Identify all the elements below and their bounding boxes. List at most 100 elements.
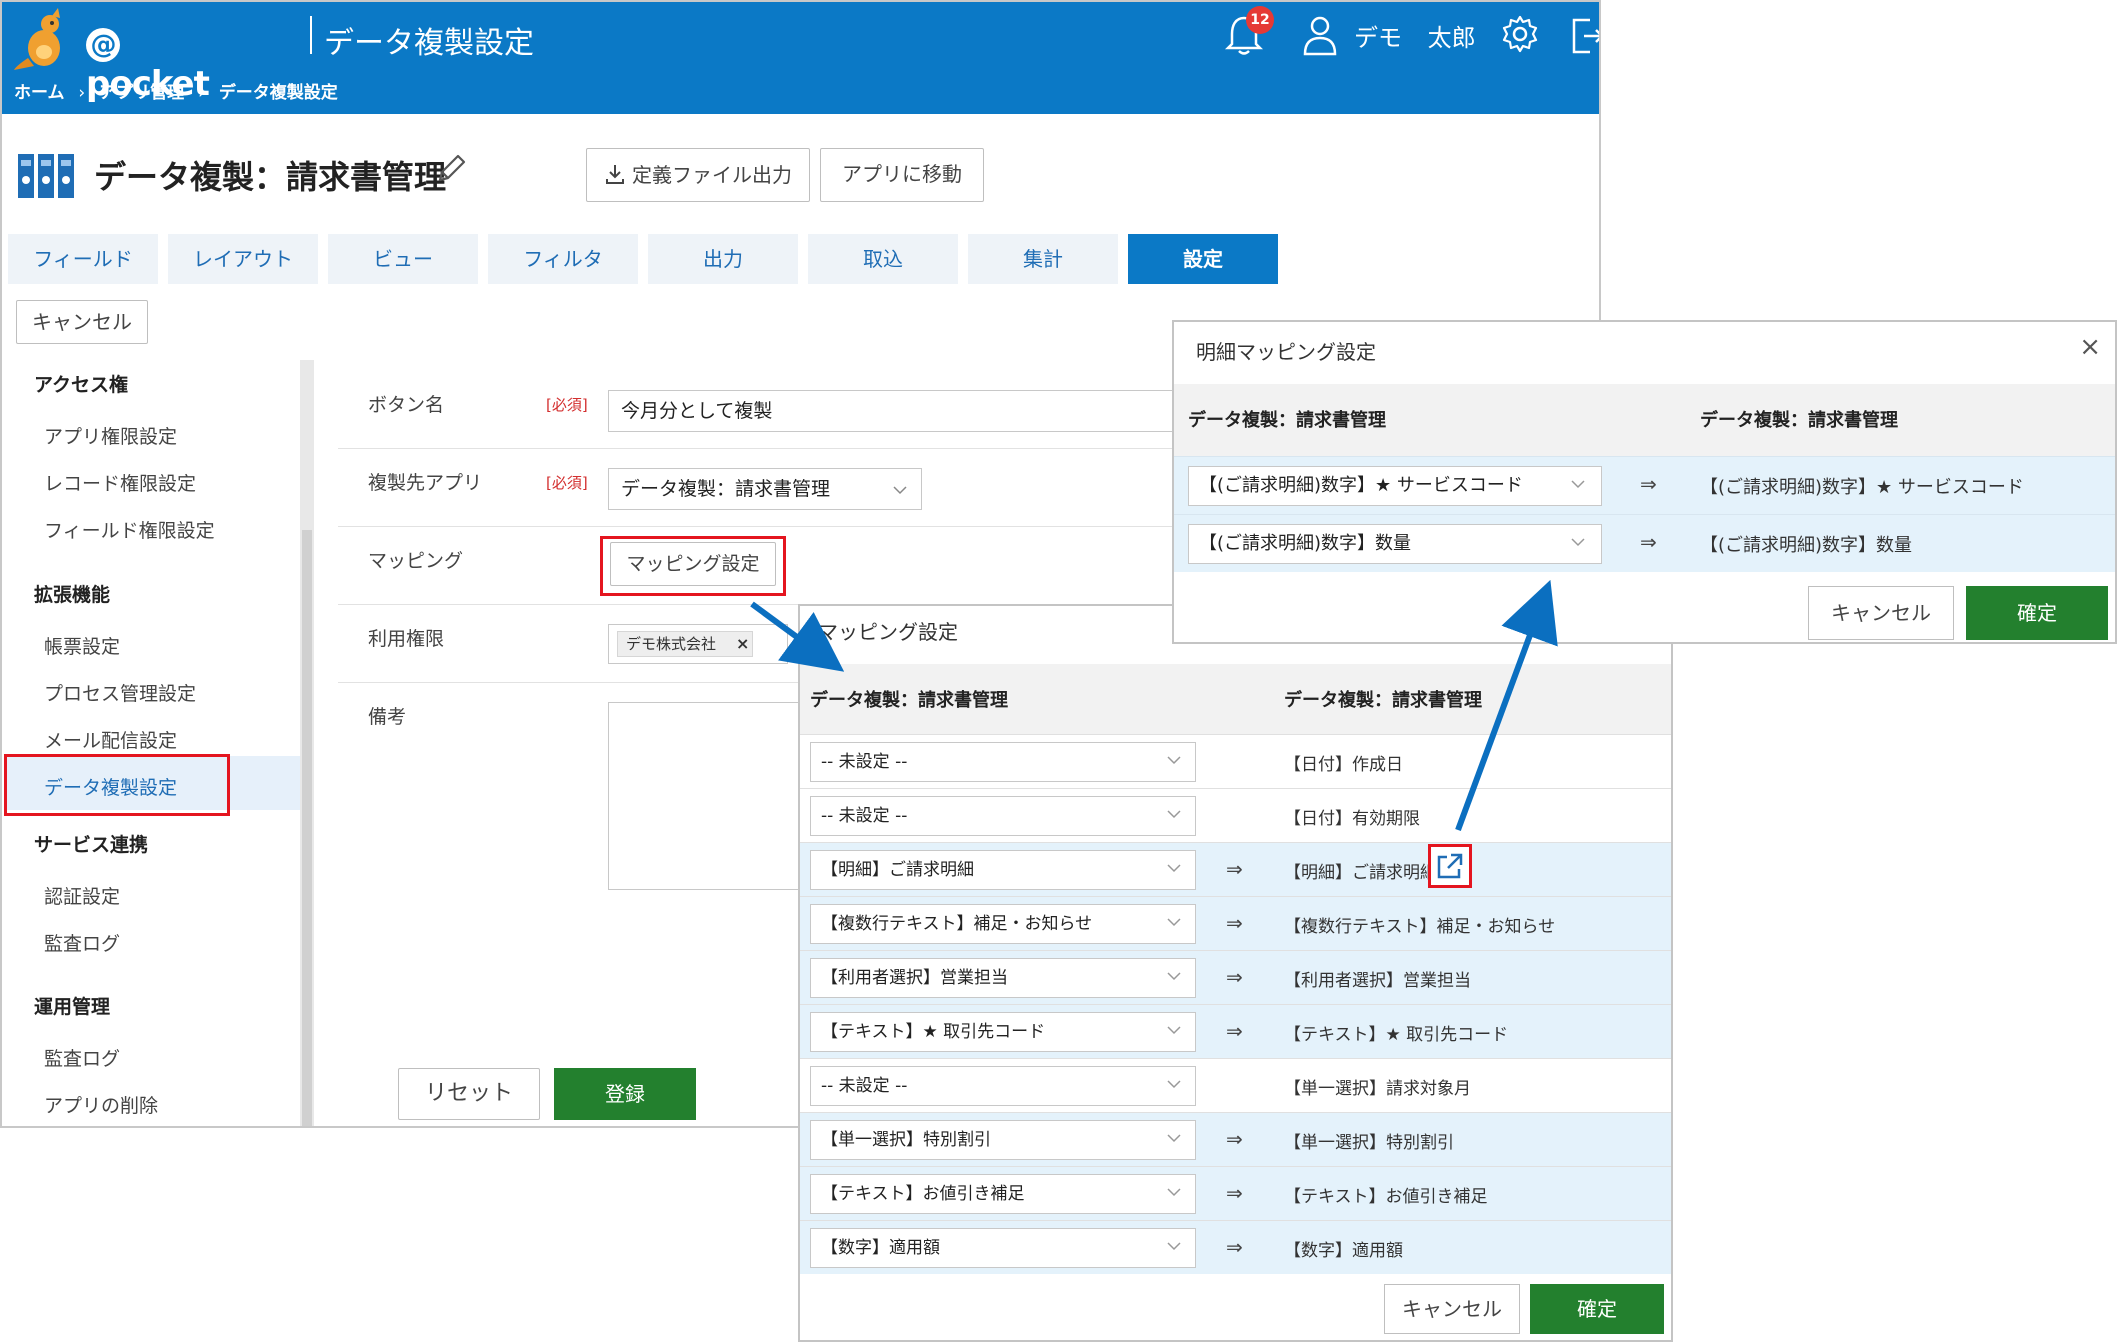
- mapping-source-value: 【利用者選択】営業担当: [821, 968, 1008, 988]
- mapping-source-select[interactable]: 【明細】ご請求明細: [810, 850, 1196, 890]
- user-name[interactable]: デモ 太郎: [1354, 18, 1476, 53]
- detail-dest-field: 【(ご請求明細)数字】★ サービスコード: [1700, 477, 2024, 498]
- close-icon[interactable]: ×: [2079, 332, 2101, 362]
- breadcrumb: ホーム › アプリ管理 › データ複製設定: [14, 78, 346, 103]
- mapping-row: 【単一選択】特別割引 ⇒ 【単一選択】特別割引: [800, 1112, 1671, 1166]
- mapping-source-select[interactable]: 【数字】適用額: [810, 1228, 1196, 1268]
- chevron-down-icon: [1571, 538, 1585, 547]
- mapping-source-select[interactable]: 【利用者選択】営業担当: [810, 958, 1196, 998]
- mapping-source-value: 【テキスト】★ 取引先コード: [821, 1022, 1046, 1042]
- go-to-app-button[interactable]: アプリに移動: [820, 148, 984, 202]
- reset-button[interactable]: リセット: [398, 1068, 540, 1120]
- target-app-value: データ複製：請求書管理: [621, 478, 831, 500]
- button-name-input[interactable]: 今月分として複製: [608, 390, 1178, 432]
- mapping-source-select[interactable]: 【単一選択】特別割引: [810, 1120, 1196, 1160]
- tab-4[interactable]: フィルタ: [488, 234, 638, 284]
- chevron-down-icon: [1167, 1242, 1181, 1251]
- remarks-textarea[interactable]: [608, 702, 808, 890]
- permission-field[interactable]: デモ株式会社 ×: [608, 624, 788, 664]
- detail-cancel-button[interactable]: キャンセル: [1808, 586, 1954, 640]
- mapping-source-value: 【数字】適用額: [821, 1238, 940, 1258]
- mapping-dialog: マッピング設定 データ複製：請求書管理 データ複製：請求書管理 -- 未設定 -…: [798, 604, 1673, 1342]
- mapping-dest-field: 【テキスト】★ 取引先コード: [1284, 1025, 1509, 1045]
- chevron-down-icon: [1167, 1026, 1181, 1035]
- chevron-down-icon: [1167, 864, 1181, 873]
- tab-8[interactable]: 設定: [1128, 234, 1278, 284]
- sidebar-item[interactable]: アプリの削除: [44, 1091, 158, 1118]
- chevron-down-icon: [1571, 480, 1585, 489]
- detail-dest-column-header: データ複製：請求書管理: [1700, 410, 1898, 431]
- sidebar-scrollbar[interactable]: [300, 360, 314, 1126]
- mapping-row: 【テキスト】お値引き補足 ⇒ 【テキスト】お値引き補足: [800, 1166, 1671, 1220]
- tab-5[interactable]: 出力: [648, 234, 798, 284]
- highlight-box-external-link[interactable]: [1428, 844, 1472, 888]
- cancel-button[interactable]: キャンセル: [16, 300, 148, 344]
- mapping-source-select[interactable]: 【テキスト】お値引き補足: [810, 1174, 1196, 1214]
- mapping-arrow: ⇒: [1226, 1235, 1243, 1259]
- sidebar-item[interactable]: 認証設定: [44, 882, 120, 909]
- remarks-label: 備考: [368, 706, 407, 728]
- mapping-cancel-button[interactable]: キャンセル: [1384, 1284, 1520, 1334]
- gear-icon[interactable]: [1500, 14, 1540, 54]
- detail-mapping-dialog: 明細マッピング設定 × データ複製：請求書管理 データ複製：請求書管理 【(ご請…: [1172, 320, 2117, 644]
- mapping-source-select[interactable]: -- 未設定 --: [810, 796, 1196, 836]
- breadcrumb-current: データ複製設定: [218, 83, 338, 103]
- detail-confirm-button[interactable]: 確定: [1966, 586, 2108, 640]
- detail-mapping-arrow: ⇒: [1640, 472, 1657, 496]
- sidebar-item[interactable]: メール配信設定: [44, 726, 177, 753]
- mapping-source-select[interactable]: -- 未設定 --: [810, 742, 1196, 782]
- mapping-arrow: ⇒: [1226, 857, 1243, 881]
- highlight-box-mapping-button: [600, 536, 786, 596]
- chevron-down-icon: [1167, 1080, 1181, 1089]
- scrollbar-thumb[interactable]: [302, 530, 312, 1126]
- tab-3[interactable]: ビュー: [328, 234, 478, 284]
- mapping-source-select[interactable]: 【複数行テキスト】補足・お知らせ: [810, 904, 1196, 944]
- breadcrumb-home[interactable]: ホーム: [14, 83, 65, 103]
- mapping-dest-field: 【日付】作成日: [1284, 755, 1403, 775]
- mapping-row: 【テキスト】★ 取引先コード ⇒ 【テキスト】★ 取引先コード: [800, 1004, 1671, 1058]
- user-icon[interactable]: [1302, 14, 1338, 56]
- mapping-source-value: -- 未設定 --: [821, 1076, 908, 1096]
- detail-source-value: 【(ご請求明細)数字】数量: [1199, 533, 1412, 554]
- sidebar-item[interactable]: アプリ権限設定: [44, 422, 177, 449]
- mapping-source-select[interactable]: -- 未設定 --: [810, 1066, 1196, 1106]
- detail-source-select[interactable]: 【(ご請求明細)数字】数量: [1188, 524, 1602, 564]
- logo[interactable]: @pocket: [14, 8, 234, 104]
- chevron-down-icon: [1167, 1188, 1181, 1197]
- chevron-down-icon: [893, 486, 907, 495]
- mapping-dest-field: 【利用者選択】営業担当: [1284, 971, 1471, 991]
- breadcrumb-app-admin[interactable]: アプリ管理: [99, 83, 184, 103]
- pencil-icon[interactable]: [434, 152, 468, 186]
- sidebar-item[interactable]: プロセス管理設定: [44, 679, 196, 706]
- mapping-confirm-button[interactable]: 確定: [1530, 1284, 1664, 1334]
- sidebar-item[interactable]: 監査ログ: [44, 1044, 120, 1071]
- download-icon: [606, 165, 624, 184]
- mapping-source-value: -- 未設定 --: [821, 806, 908, 826]
- tab-1[interactable]: フィールド: [8, 234, 158, 284]
- register-button[interactable]: 登録: [554, 1068, 696, 1120]
- sidebar-item[interactable]: 監査ログ: [44, 929, 120, 956]
- sidebar-item[interactable]: レコード権限設定: [44, 469, 196, 496]
- brand-at-mark: @: [86, 28, 120, 62]
- tab-2[interactable]: レイアウト: [168, 234, 318, 284]
- app-header: @pocket データ複製設定 ホーム › アプリ管理 › データ複製設定 12…: [2, 2, 1601, 114]
- form-divider: [338, 448, 1178, 449]
- detail-mapping-row: 【(ご請求明細)数字】★ サービスコード ⇒ 【(ご請求明細)数字】★ サービスコー…: [1174, 456, 2115, 514]
- target-app-label: 複製先アプリ: [368, 472, 483, 494]
- logout-icon[interactable]: [1570, 16, 1601, 56]
- target-app-select[interactable]: データ複製：請求書管理: [608, 468, 922, 510]
- sidebar-item[interactable]: フィールド権限設定: [44, 516, 215, 543]
- tab-6[interactable]: 取込: [808, 234, 958, 284]
- mapping-source-select[interactable]: 【テキスト】★ 取引先コード: [810, 1012, 1196, 1052]
- sidebar-section-title: サービス連携: [34, 834, 149, 856]
- sidebar-item[interactable]: 帳票設定: [44, 632, 120, 659]
- detail-source-select[interactable]: 【(ご請求明細)数字】★ サービスコード: [1188, 466, 1602, 506]
- export-definition-label: 定義ファイル出力: [632, 163, 792, 187]
- mapping-source-value: 【テキスト】お値引き補足: [821, 1184, 1025, 1204]
- chip-remove-icon[interactable]: ×: [736, 632, 749, 656]
- detail-mapping-arrow: ⇒: [1640, 530, 1657, 554]
- mapping-dest-field: 【明細】ご請求明細: [1284, 863, 1437, 883]
- tab-7[interactable]: 集計: [968, 234, 1118, 284]
- mapping-dest-field: 【テキスト】お値引き補足: [1284, 1187, 1488, 1207]
- export-definition-button[interactable]: 定義ファイル出力: [586, 148, 810, 202]
